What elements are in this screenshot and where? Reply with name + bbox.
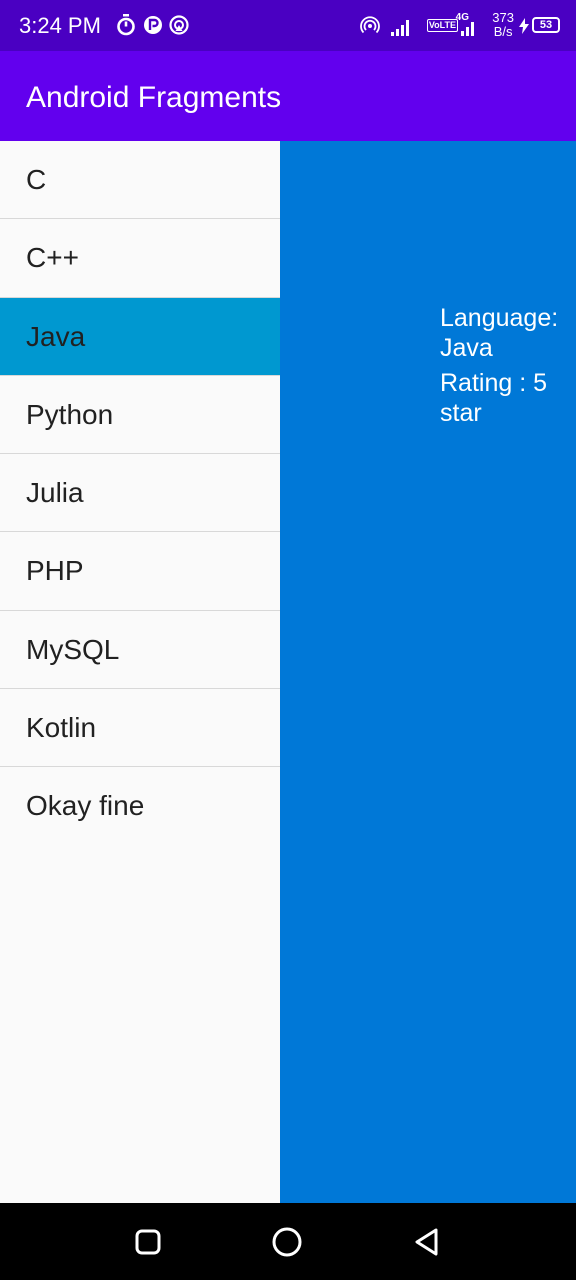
list-item-mysql[interactable]: MySQL — [0, 611, 280, 690]
detail-rating: Rating : 5 star — [440, 369, 548, 427]
list-item-label: Okay fine — [26, 790, 145, 822]
list-item-label: Java — [26, 320, 86, 352]
list-item-python[interactable]: Python — [0, 376, 280, 455]
cast-icon — [169, 15, 189, 35]
status-time: 3:24 PM — [19, 13, 101, 38]
app-title: Android Fragments — [26, 81, 282, 114]
home-icon[interactable] — [271, 1226, 303, 1258]
recents-icon[interactable] — [134, 1228, 162, 1256]
list-item-c[interactable]: C++ — [0, 219, 280, 298]
language-list[interactable]: C C++ Java Python Julia PHP MySQL Kotlin Okay fi… — [0, 141, 280, 1203]
network-speed-unit: B/s — [493, 24, 513, 39]
list-item-label: Python — [26, 398, 114, 430]
detail-text: Language: Java Rating : 5 star — [440, 303, 570, 428]
timer-icon — [117, 14, 135, 36]
list-item-julia[interactable]: Julia — [0, 454, 280, 533]
navigation-bar — [0, 1203, 576, 1280]
back-icon[interactable] — [412, 1227, 442, 1257]
detail-panel: Language: Java Rating : 5 star — [280, 141, 576, 1203]
list-item-label: Julia — [26, 477, 84, 509]
list-item-kotlin[interactable]: Kotlin — [0, 689, 280, 768]
signal-icon — [391, 20, 409, 36]
signal-4g-icon — [461, 22, 474, 36]
volte-badge: VoLTE — [426, 19, 458, 32]
detail-language: Language: Java — [440, 304, 559, 362]
list-item-c[interactable]: C — [0, 141, 280, 220]
list-item-label: Kotlin — [26, 712, 97, 744]
list-item-java[interactable]: Java — [0, 297, 280, 376]
list-item-label: MySQL — [26, 633, 120, 665]
network-speed: 373 B/s — [492, 11, 514, 39]
list-item-label: C++ — [26, 242, 79, 274]
hotspot-icon — [360, 16, 380, 34]
network-speed-value: 373 — [492, 10, 514, 25]
paytm-icon — [144, 16, 162, 34]
list-item-label: C — [26, 164, 47, 195]
app-bar: Android Fragments — [0, 51, 576, 141]
battery-level: 53 — [539, 19, 553, 31]
status-bar: 3:24 PM VoLTE 4G 373 B/s 53 — [0, 0, 576, 51]
list-item-label: PHP — [26, 555, 84, 587]
list-item-php[interactable]: PHP — [0, 532, 280, 611]
charging-icon — [519, 18, 529, 34]
list-item-okay-fine[interactable]: Okay fine — [0, 767, 280, 844]
battery-icon: 53 — [532, 17, 560, 33]
